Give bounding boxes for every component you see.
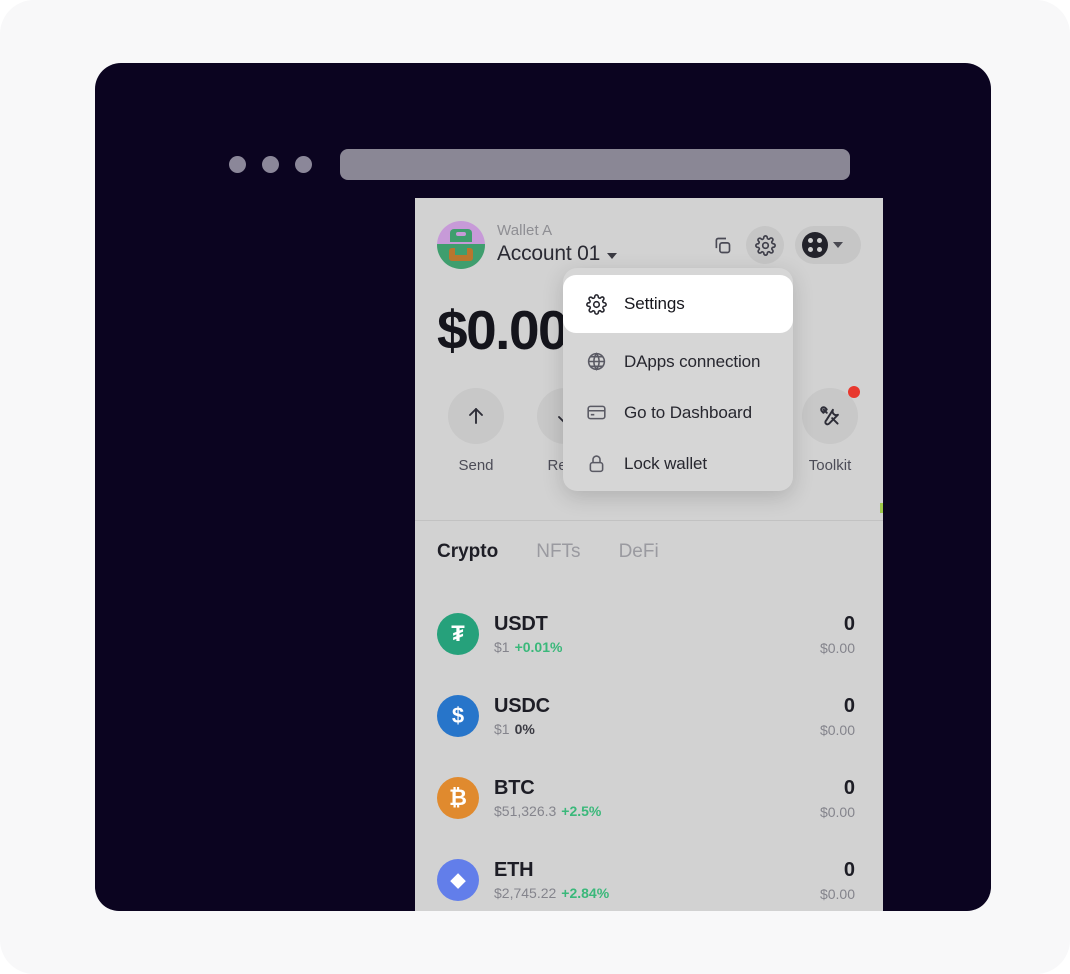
token-subline: $2,745.22 +2.84%: [494, 885, 820, 901]
globe-icon: [585, 351, 607, 373]
settings-button[interactable]: [746, 226, 784, 264]
avatar-shape-bottom-cut: [455, 248, 467, 255]
browser-toolbar: [95, 63, 991, 137]
token-symbol: ETH: [494, 859, 534, 881]
token-logo-glyph: ₿: [449, 785, 467, 810]
menu-item-settings[interactable]: Settings: [563, 275, 793, 333]
total-balance: $0.00: [437, 299, 569, 361]
action-toolkit-label: Toolkit: [808, 457, 852, 474]
menu-item-label: Go to Dashboard: [624, 402, 752, 422]
asset-tabs: Crypto NFTs DeFi: [437, 541, 659, 563]
token-amount: 0: [843, 776, 855, 799]
traffic-light-maximize[interactable]: [295, 156, 312, 173]
copy-address-button[interactable]: [703, 226, 741, 264]
table-row[interactable]: ₿ BTC $51,326.3 +2.5% 0 $0.00: [415, 757, 883, 839]
action-toolkit[interactable]: Toolkit: [785, 386, 875, 474]
url-bar[interactable]: [340, 149, 850, 180]
copy-icon: [715, 237, 730, 253]
token-amount: 0: [843, 858, 855, 881]
token-price: $1: [494, 639, 510, 655]
gear-icon: [754, 234, 776, 256]
action-send-circle: [448, 388, 504, 444]
token-amount: 0: [843, 612, 855, 635]
menu-item-label: Lock wallet: [624, 453, 707, 473]
action-send-label: Send: [458, 457, 494, 474]
credit-card-icon: [585, 402, 607, 424]
section-divider: [415, 520, 883, 521]
avatar[interactable]: [437, 221, 485, 269]
chevron-down-icon: [607, 253, 618, 259]
token-holdings: 0 $0.00: [820, 613, 855, 656]
token-subline: $1 +0.01%: [494, 639, 820, 655]
avatar-shape-top-bar: [456, 232, 466, 236]
apps-grid-icon: [802, 232, 828, 258]
token-info: ETH $2,745.22 +2.84%: [494, 859, 820, 901]
token-value: $0.00: [819, 803, 855, 820]
token-logo-glyph: ◆: [450, 869, 466, 891]
token-symbol: USDC: [494, 695, 550, 717]
token-info: USDC $1 0%: [494, 695, 820, 737]
chevron-down-icon: [833, 242, 843, 248]
token-change: 0%: [514, 721, 535, 737]
tab-defi[interactable]: DeFi: [619, 541, 659, 563]
wallet-label: Wallet A: [497, 222, 553, 239]
token-logo-glyph: $: [451, 703, 465, 728]
tab-crypto[interactable]: Crypto: [437, 541, 498, 563]
token-change: +2.5%: [561, 803, 602, 819]
token-holdings: 0 $0.00: [820, 859, 855, 902]
token-change: +0.01%: [514, 639, 563, 655]
token-subline: $51,326.3 +2.5%: [494, 803, 820, 819]
lock-icon: [585, 453, 607, 475]
token-price: $51,326.3: [494, 803, 557, 819]
token-price: $1: [494, 721, 510, 737]
traffic-light-close[interactable]: [229, 156, 246, 173]
token-logo-usdc: $: [437, 695, 479, 737]
account-selector[interactable]: Account 01: [497, 242, 618, 266]
table-row[interactable]: ◆ ETH $2,745.22 +2.84% 0 $0.00: [415, 839, 883, 911]
token-value: $0.00: [819, 885, 855, 902]
menu-item-dapps-connection[interactable]: DApps connection: [563, 336, 793, 387]
tools-icon: [820, 406, 839, 426]
menu-item-label: DApps connection: [624, 351, 761, 371]
token-logo-usdt: ₮: [437, 613, 479, 655]
menu-item-lock-wallet[interactable]: Lock wallet: [563, 438, 793, 489]
action-toolkit-circle: [802, 386, 860, 444]
settings-dropdown-menu: Settings DApps connection Go to Dashboar…: [563, 268, 793, 491]
token-holdings: 0 $0.00: [820, 695, 855, 738]
token-price: $2,745.22: [494, 885, 557, 901]
table-row[interactable]: ₮ USDT $1 +0.01% 0 $0.00: [415, 593, 883, 675]
gear-icon: [585, 293, 607, 315]
token-logo-btc: ₿: [437, 777, 479, 819]
token-value: $0.00: [819, 721, 855, 738]
menu-item-label: Settings: [624, 294, 685, 313]
token-symbol: USDT: [494, 613, 548, 635]
browser-window-mock: Wallet A Account 01 $0.00 Send Toolkit C…: [95, 63, 991, 911]
action-send[interactable]: Send: [431, 388, 521, 474]
page-root: Wallet A Account 01 $0.00 Send Toolkit C…: [0, 0, 1070, 974]
token-info: USDT $1 +0.01%: [494, 613, 820, 655]
token-subline: $1 0%: [494, 721, 820, 737]
tab-nfts[interactable]: NFTs: [536, 541, 580, 563]
token-symbol: BTC: [494, 777, 535, 799]
token-holdings: 0 $0.00: [820, 777, 855, 820]
menu-remaining-items: DApps connection Go to Dashboard Lock wa…: [563, 336, 793, 489]
account-label: Account 01: [497, 242, 601, 265]
token-logo-eth: ◆: [437, 859, 479, 901]
token-logo-glyph: ₮: [451, 621, 465, 646]
apps-menu-button[interactable]: [795, 226, 861, 264]
table-row[interactable]: $ USDC $1 0% 0 $0.00: [415, 675, 883, 757]
arrow-up-icon: [469, 408, 483, 424]
token-info: BTC $51,326.3 +2.5%: [494, 777, 820, 819]
token-change: +2.84%: [561, 885, 610, 901]
menu-item-go-to-dashboard[interactable]: Go to Dashboard: [563, 387, 793, 438]
token-list: ₮ USDT $1 +0.01% 0 $0.00 $ USDC $1 0% 0 …: [415, 593, 883, 911]
token-value: $0.00: [819, 639, 855, 656]
token-amount: 0: [843, 694, 855, 717]
toolkit-notification-badge: [848, 386, 860, 398]
traffic-light-minimize[interactable]: [262, 156, 279, 173]
clipped-edge-element: [880, 503, 883, 513]
